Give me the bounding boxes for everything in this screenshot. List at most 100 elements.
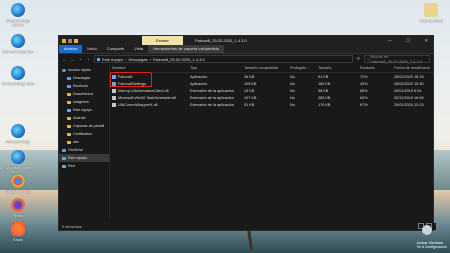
file-type-cell: Aplicación xyxy=(190,81,208,86)
file-type-cell: Extensión de la aplicación xyxy=(190,102,234,107)
column-header-protected[interactable]: Protegido ... xyxy=(288,66,316,70)
refresh-icon[interactable]: ⟳ xyxy=(356,56,361,62)
desktop-icon[interactable]: Carpeta actual xyxy=(414,3,448,23)
breadcrumb-item[interactable]: Fatcow8_25.02.2020_1.4.3.0 xyxy=(153,57,205,62)
edge-beta-icon xyxy=(11,66,25,80)
sidebar-item-label: Acceso rápido xyxy=(68,68,91,72)
new-folder-icon[interactable] xyxy=(74,38,78,43)
selection-highlight-box xyxy=(110,72,152,87)
properties-icon[interactable] xyxy=(68,38,72,43)
sidebar-item[interactable]: OneDrive xyxy=(59,146,109,154)
star-icon xyxy=(62,68,66,72)
file-protected-cell: No xyxy=(290,74,295,79)
file-list: Nombre Tipo Tamaño comprimido Protegido … xyxy=(110,64,433,218)
close-button[interactable]: ✕ xyxy=(424,38,428,44)
desktop-icon[interactable]: Microsoft Edge Beta xyxy=(1,66,35,86)
sidebar-item-label: Imágenes xyxy=(73,100,89,104)
chrome-icon xyxy=(11,174,25,188)
sidebar-item[interactable]: Capturas de pantall xyxy=(59,122,109,130)
file-name: Microsoft.Win32.TaskScheduler.dll xyxy=(118,95,176,100)
maximize-button[interactable]: ☐ xyxy=(406,38,410,44)
desktop-icon[interactable]: Google Chrome xyxy=(1,174,35,194)
file-size-cell: 283 KB xyxy=(318,95,331,100)
edge-canary-icon xyxy=(11,3,25,17)
column-header-size[interactable]: Tamaño xyxy=(316,66,358,70)
folder-icon xyxy=(67,132,71,136)
chevron-right-icon: › xyxy=(149,56,151,62)
status-bar: 5 elementos xyxy=(59,223,436,230)
desktop-icon[interactable]: Microsoft Edge Canary xyxy=(1,3,35,27)
sidebar-item[interactable]: Acceso rápido xyxy=(59,66,109,74)
firefox-icon xyxy=(11,198,25,212)
tab-extract-tools[interactable]: Extraer xyxy=(142,36,183,45)
sidebar-item[interactable]: Imágenes xyxy=(59,98,109,106)
file-date-cell: 20/12/2019 16:59 xyxy=(394,95,424,100)
search-placeholder: Buscar en Fatcow8_25.02.2020_1.4.3.0 xyxy=(370,54,423,64)
desktop-icon[interactable]: Microsoft Edge xyxy=(1,124,35,144)
file-row[interactable]: Fatcow8 Aplicación 26 KB No 91 KB 72% 25/02/20… xyxy=(110,73,433,80)
dll-file-icon xyxy=(112,88,116,93)
column-header-name[interactable]: Nombre xyxy=(110,66,188,70)
file-row[interactable]: Interop.UIAutomationClient.dll Extensión … xyxy=(110,87,433,94)
file-ratio-cell: 65% xyxy=(360,88,368,93)
recycle-bin-icon[interactable] xyxy=(422,225,432,235)
column-header-compressed-size[interactable]: Tamaño comprimido xyxy=(242,66,288,70)
activate-windows-watermark: Activar Windows Ve a Configuración xyxy=(416,241,447,249)
file-type-cell: Extensión de la aplicación xyxy=(190,88,234,93)
sidebar-item[interactable]: Documentos xyxy=(59,90,109,98)
file-row[interactable]: Microsoft.Win32.TaskScheduler.dll Extensi… xyxy=(110,94,433,101)
file-row[interactable]: UIACommWrapperX.dll Extensión de la aplic… xyxy=(110,101,433,108)
title-bar[interactable]: Extraer Fatcow8_25.02.2020_1.4.3.0 — ☐ ✕ xyxy=(59,36,433,45)
file-size-cell: 185 KB xyxy=(318,81,331,86)
column-header-date[interactable]: Fecha de modificación xyxy=(392,66,430,70)
file-explorer-window[interactable]: Extraer Fatcow8_25.02.2020_1.4.3.0 — ☐ ✕… xyxy=(58,35,436,231)
sidebar-item[interactable]: Descargas xyxy=(59,74,109,82)
sidebar-item[interactable]: abc xyxy=(59,138,109,146)
pc-icon xyxy=(97,57,100,61)
sidebar-item[interactable]: Este equipo xyxy=(59,106,109,114)
quick-access-toolbar xyxy=(59,38,78,43)
minimize-button[interactable]: — xyxy=(388,38,393,44)
file-compressed-cell: 107 KB xyxy=(244,95,257,100)
back-icon[interactable]: ← xyxy=(62,57,67,62)
file-row[interactable]: Fatcow8Settings Aplicación 105 KB No 185 KB 4… xyxy=(110,80,433,87)
chevron-down-icon[interactable]: ⌄ xyxy=(78,56,83,62)
folder-icon xyxy=(67,124,71,128)
file-ratio-cell: 67% xyxy=(360,102,368,107)
column-header-type[interactable]: Tipo xyxy=(188,66,242,70)
tab-share[interactable]: Compartir xyxy=(102,45,130,53)
file-name-cell: Microsoft.Win32.TaskScheduler.dll xyxy=(110,95,188,100)
sidebar-item[interactable]: Este equipo xyxy=(59,154,109,162)
column-header-ratio[interactable]: Relación xyxy=(358,66,392,70)
tab-home[interactable]: Inicio xyxy=(82,45,101,53)
breadcrumb-item[interactable]: Este equipo xyxy=(102,57,123,62)
forward-icon[interactable]: → xyxy=(70,57,75,62)
sidebar-item[interactable]: Red xyxy=(59,162,109,170)
file-protected-cell: No xyxy=(290,81,295,86)
tab-view[interactable]: Vista xyxy=(129,45,148,53)
folder-icon[interactable] xyxy=(62,38,66,43)
sidebar-item[interactable]: Android xyxy=(59,114,109,122)
search-input[interactable]: ⌕ Buscar en Fatcow8_25.02.2020_1.4.3.0 xyxy=(364,54,430,64)
navigation-pane: Acceso rápido Descargas Escritorio Document… xyxy=(59,64,110,218)
address-bar[interactable]: Este equipo › Descargas › Fatcow8_25.02.… xyxy=(94,55,353,63)
edge-icon xyxy=(11,124,25,138)
edge-dev-icon xyxy=(11,34,25,48)
column-headers: Nombre Tipo Tamaño comprimido Protegido … xyxy=(110,64,433,73)
desktop-icon[interactable]: Firefox xyxy=(1,198,35,218)
desktop-icon[interactable]: Microsoft Edge xyxy=(1,150,35,170)
sidebar-item-label: Escritorio xyxy=(73,84,88,88)
desktop-icon[interactable]: Brave xyxy=(1,222,35,242)
sidebar-item[interactable]: Escritorio xyxy=(59,82,109,90)
folder-icon xyxy=(67,140,71,144)
breadcrumb-item[interactable]: Descargas xyxy=(128,57,147,62)
sidebar-item[interactable]: Certificados xyxy=(59,130,109,138)
chevron-right-icon: › xyxy=(125,56,127,62)
file-protected-cell: No xyxy=(290,95,295,100)
tab-compressed-folder-tools[interactable]: Herramientas de carpeta comprimida xyxy=(148,45,224,53)
file-size-cell: 91 KB xyxy=(318,74,329,79)
file-protected-cell: No xyxy=(290,88,295,93)
tab-file[interactable]: Archivo xyxy=(59,45,83,53)
desktop-icon[interactable]: Microsoft Edge Dev xyxy=(1,34,35,54)
up-icon[interactable]: ↑ xyxy=(86,57,91,62)
